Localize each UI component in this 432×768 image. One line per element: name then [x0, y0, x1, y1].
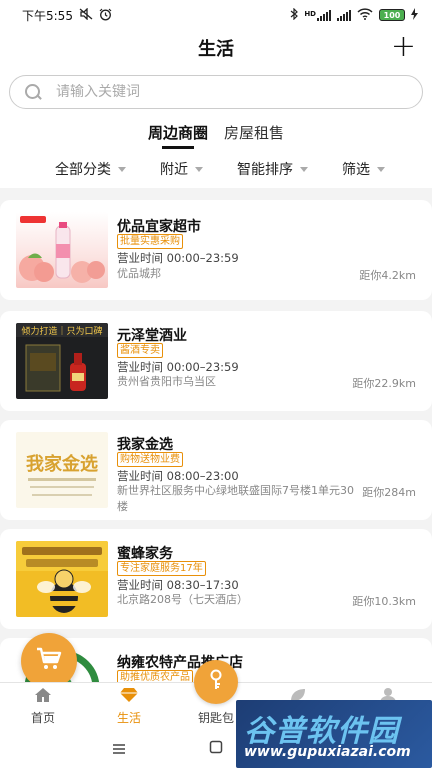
- shop-address: 新世界社区服务中心绿地联盛国际7号楼1单元30楼: [117, 484, 354, 513]
- filter-sort[interactable]: 智能排序: [237, 159, 308, 179]
- watermark-url: www.gupuxiazai.com: [244, 744, 411, 760]
- shop-distance: 距你4.2km: [359, 269, 416, 282]
- filter-sort-label: 智能排序: [237, 162, 293, 178]
- bluetooth-icon: [290, 7, 299, 22]
- shop-hours: 营业时间 08:00–23:00: [117, 469, 239, 483]
- shop-name: 我家金选: [117, 437, 173, 453]
- shop-distance: 距你22.9km: [352, 377, 416, 390]
- signal-icon-2: [337, 9, 351, 21]
- shop-card[interactable]: 倾力打造｜只为口碑 元泽堂酒业 酱酒专卖 营业时间 00:00–23:59 贵州…: [0, 311, 432, 411]
- shop-name: 蜜蜂家务: [117, 546, 173, 562]
- home-square-icon[interactable]: [209, 739, 223, 758]
- shop-tag: 批量实惠采购: [117, 234, 183, 249]
- svg-text:倾力打造｜只为口碑: 倾力打造｜只为口碑: [21, 325, 102, 337]
- nav-life[interactable]: 生活: [99, 687, 159, 726]
- status-bar: 下午5:55 HD 100: [0, 0, 432, 30]
- shop-tag: 购物送物业费: [117, 452, 183, 467]
- network-type: HD: [304, 10, 316, 18]
- shop-address: 贵州省贵阳市乌当区: [117, 375, 216, 388]
- app-header: 生活 +: [0, 30, 432, 66]
- shop-distance: 距你284m: [362, 486, 416, 499]
- page-title: 生活: [198, 39, 234, 60]
- bee-mascot-icon: [16, 541, 108, 617]
- search-icon: [24, 83, 42, 101]
- filter-bar: 全部分类 附近 智能排序 筛选: [0, 159, 432, 179]
- search-area: [0, 66, 432, 118]
- alarm-icon: [99, 8, 112, 23]
- filter-screen-label: 筛选: [342, 162, 370, 178]
- shop-hours: 营业时间 08:30–17:30: [117, 578, 239, 592]
- battery-icon: 100: [379, 9, 405, 21]
- shop-hours: 营业时间 00:00–23:59: [117, 360, 239, 374]
- cart-icon: [36, 647, 62, 675]
- liquor-bottle-icon: 倾力打造｜只为口碑: [16, 323, 108, 399]
- caret-down-icon: [195, 166, 203, 172]
- tabs-area: 周边商圈 房屋租售 全部分类 附近 智能排序 筛选: [0, 118, 432, 188]
- key-icon: [206, 669, 226, 695]
- nav-home-label: 首页: [30, 711, 55, 725]
- svg-text:我家金选: 我家金选: [26, 453, 98, 475]
- shop-card[interactable]: 我家金选 我家金选 购物送物业费 营业时间 08:00–23:00 新世界社区服…: [0, 420, 432, 520]
- tab-nearby-business[interactable]: 周边商圈: [148, 122, 208, 149]
- search-bar[interactable]: [9, 75, 423, 109]
- shop-tag: 酱酒专卖: [117, 343, 163, 358]
- caret-down-icon: [377, 166, 385, 172]
- charging-icon: [411, 8, 418, 22]
- shop-hours: 营业时间 00:00–23:59: [117, 251, 239, 265]
- tab-house-rental[interactable]: 房屋租售: [224, 122, 284, 149]
- filter-screen[interactable]: 筛选: [342, 159, 385, 179]
- filter-category-label: 全部分类: [55, 162, 111, 178]
- status-time: 下午5:55: [22, 8, 73, 23]
- shop-card[interactable]: 蜜蜂家务 专注家庭服务17年 营业时间 08:30–17:30 北京路208号（…: [0, 529, 432, 629]
- key-button[interactable]: [194, 660, 238, 704]
- filter-category[interactable]: 全部分类: [55, 159, 126, 179]
- shop-name: 优品宜家超市: [117, 219, 201, 235]
- add-button[interactable]: +: [391, 32, 416, 62]
- shop-card[interactable]: 优品宜家超市 批量实惠采购 营业时间 00:00–23:59 优品城邦 距你4.…: [0, 200, 432, 300]
- nav-home[interactable]: 首页: [13, 687, 73, 726]
- calligraphy-banner-icon: 我家金选: [16, 432, 108, 508]
- peach-drink-icon: [16, 212, 108, 288]
- shop-name: 元泽堂酒业: [117, 328, 187, 344]
- menu-icon[interactable]: [112, 740, 126, 759]
- diamond-icon: [120, 688, 138, 707]
- nav-life-label: 生活: [116, 711, 141, 725]
- wifi-icon: [357, 8, 373, 22]
- signal-icon: [317, 9, 331, 21]
- search-input[interactable]: [56, 84, 376, 100]
- home-icon: [34, 688, 52, 707]
- shop-distance: 距你10.3km: [352, 595, 416, 608]
- shop-address: 优品城邦: [117, 267, 161, 280]
- cart-button[interactable]: [21, 633, 77, 689]
- watermark-logo: 谷普软件园 www.gupuxiazai.com: [236, 700, 432, 768]
- shop-tag: 专注家庭服务17年: [117, 561, 206, 576]
- mute-icon: [79, 7, 93, 22]
- filter-nearby-label: 附近: [160, 162, 188, 178]
- tab-bar: 周边商圈 房屋租售: [0, 122, 432, 149]
- shop-address: 北京路208号（七天酒店）: [117, 593, 248, 606]
- caret-down-icon: [118, 166, 126, 172]
- filter-nearby[interactable]: 附近: [160, 159, 203, 179]
- caret-down-icon: [300, 166, 308, 172]
